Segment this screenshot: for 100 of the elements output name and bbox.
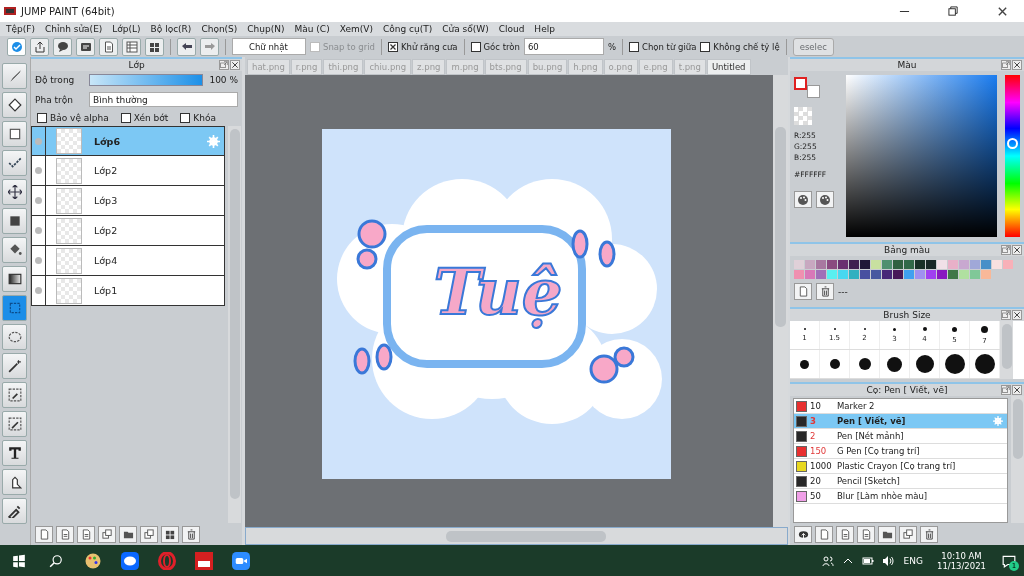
color-swatch[interactable] <box>893 260 903 269</box>
layer-row[interactable]: Lớp4 <box>31 246 225 276</box>
scrollbar[interactable] <box>775 127 786 327</box>
brush-row[interactable]: 1000 Plastic Crayon [Cọ trang trí] <box>794 459 1007 474</box>
scrollbar[interactable] <box>1012 399 1023 459</box>
notification-icon[interactable] <box>1002 553 1016 568</box>
color-swatch[interactable] <box>893 270 903 279</box>
battery-icon[interactable] <box>861 554 874 567</box>
windows-logo-icon[interactable] <box>11 553 26 568</box>
popout-icon[interactable] <box>220 61 228 69</box>
close-icon[interactable] <box>231 61 239 69</box>
checkbox[interactable] <box>37 113 47 123</box>
color-swatch[interactable] <box>794 270 804 279</box>
menu-item[interactable]: Chọn(S) <box>201 24 238 34</box>
panel-button[interactable] <box>119 525 137 543</box>
color-swatch[interactable] <box>926 260 936 269</box>
close-icon[interactable] <box>996 5 1008 17</box>
foreground-color-swatch[interactable] <box>794 77 807 90</box>
document-tab[interactable]: Untitled <box>706 59 751 75</box>
color-swatch[interactable] <box>805 270 815 279</box>
menu-item[interactable]: Help <box>534 24 555 34</box>
color-swatch[interactable] <box>838 270 848 279</box>
close-icon[interactable] <box>1013 386 1021 394</box>
color-swatch[interactable] <box>860 270 870 279</box>
tool-button[interactable] <box>2 498 27 524</box>
brush-row[interactable]: 150 G Pen [Cọ trang trí] <box>794 444 1007 459</box>
people-icon[interactable] <box>821 554 834 567</box>
background-color-swatch[interactable] <box>807 85 820 98</box>
popout-icon[interactable] <box>1002 386 1010 394</box>
close-icon[interactable] <box>1013 246 1021 254</box>
toolbar-button[interactable] <box>145 37 164 56</box>
menu-item[interactable]: Tệp(F) <box>6 24 35 34</box>
corner-field[interactable]: 60 <box>523 38 604 55</box>
clock-date[interactable]: 11/13/2021 <box>937 560 986 571</box>
layer-row[interactable]: Lớp1 <box>31 276 225 306</box>
color-swatch[interactable] <box>959 270 969 279</box>
brush-size-dot[interactable] <box>800 359 809 369</box>
layer-row[interactable]: Lớp2 <box>31 156 225 186</box>
panel-button[interactable] <box>816 283 834 300</box>
scrollbar[interactable] <box>446 531 606 542</box>
color-swatch[interactable] <box>981 270 991 279</box>
color-swatch[interactable] <box>871 260 881 269</box>
search-icon[interactable] <box>48 553 63 568</box>
opacity-slider[interactable] <box>89 74 204 86</box>
close-icon[interactable] <box>1013 311 1021 319</box>
brush-size-dot[interactable] <box>974 354 995 374</box>
checkbox[interactable] <box>120 113 131 123</box>
shape-dropdown[interactable]: Chữ nhật <box>232 38 306 55</box>
color-swatch[interactable] <box>904 270 914 279</box>
color-swatch[interactable] <box>827 270 837 279</box>
menu-item[interactable]: Lớp(L) <box>112 24 141 34</box>
tool-button[interactable] <box>2 121 27 147</box>
layer-row[interactable]: Lớp6 <box>31 126 225 156</box>
color-swatch[interactable] <box>948 270 958 279</box>
scrollbar[interactable] <box>1001 324 1012 369</box>
palette-button[interactable] <box>816 191 834 208</box>
close-icon[interactable] <box>1013 61 1021 69</box>
color-swatch[interactable] <box>849 270 859 279</box>
palette-button[interactable] <box>794 191 812 208</box>
video-camera-icon[interactable] <box>231 551 250 570</box>
deselect-button[interactable]: eselec <box>792 37 834 56</box>
visibility-dot[interactable] <box>35 137 42 145</box>
menu-item[interactable]: Xem(V) <box>339 24 373 34</box>
panel-button[interactable] <box>794 525 812 543</box>
brush-size-dot[interactable] <box>915 355 934 373</box>
scrollbar[interactable] <box>229 129 240 499</box>
color-swatch[interactable] <box>948 260 958 269</box>
color-swatch[interactable] <box>871 270 881 279</box>
color-swatch[interactable] <box>1003 260 1013 269</box>
panel-button[interactable] <box>182 525 200 543</box>
brush-size-dot[interactable] <box>893 327 896 331</box>
brush-size-dot[interactable] <box>829 359 840 369</box>
color-swatch[interactable] <box>805 260 815 269</box>
brush-row[interactable]: 20 Pencil [Sketch] <box>794 474 1007 489</box>
color-swatch[interactable] <box>915 270 925 279</box>
color-swatch[interactable] <box>827 260 837 269</box>
color-swatch[interactable] <box>860 260 870 269</box>
hue-slider[interactable] <box>1004 75 1020 237</box>
tool-button[interactable] <box>2 440 27 466</box>
square-app-icon[interactable] <box>194 551 213 570</box>
visibility-dot[interactable] <box>35 257 42 264</box>
menu-item[interactable]: Màu (C) <box>294 24 330 34</box>
brush-size-dot[interactable] <box>887 356 902 372</box>
color-picker[interactable] <box>846 75 997 237</box>
blend-dropdown[interactable]: Bình thường <box>89 92 238 107</box>
visibility-dot[interactable] <box>35 167 42 174</box>
color-swatch[interactable] <box>937 270 947 279</box>
toolbar-button[interactable] <box>53 37 72 56</box>
color-swatch[interactable] <box>838 260 848 269</box>
tool-button[interactable] <box>2 237 27 263</box>
tool-button[interactable] <box>2 469 27 495</box>
color-swatch[interactable] <box>970 260 980 269</box>
panel-button[interactable] <box>140 525 158 543</box>
color-swatch[interactable] <box>882 260 892 269</box>
color-swatch[interactable] <box>816 260 826 269</box>
menu-item[interactable]: Chụp(N) <box>247 24 285 34</box>
brush-size-dot[interactable] <box>944 354 965 374</box>
panel-button[interactable] <box>98 525 116 543</box>
visibility-dot[interactable] <box>35 197 42 204</box>
menu-item[interactable]: Chỉnh sửa(E) <box>44 24 103 34</box>
